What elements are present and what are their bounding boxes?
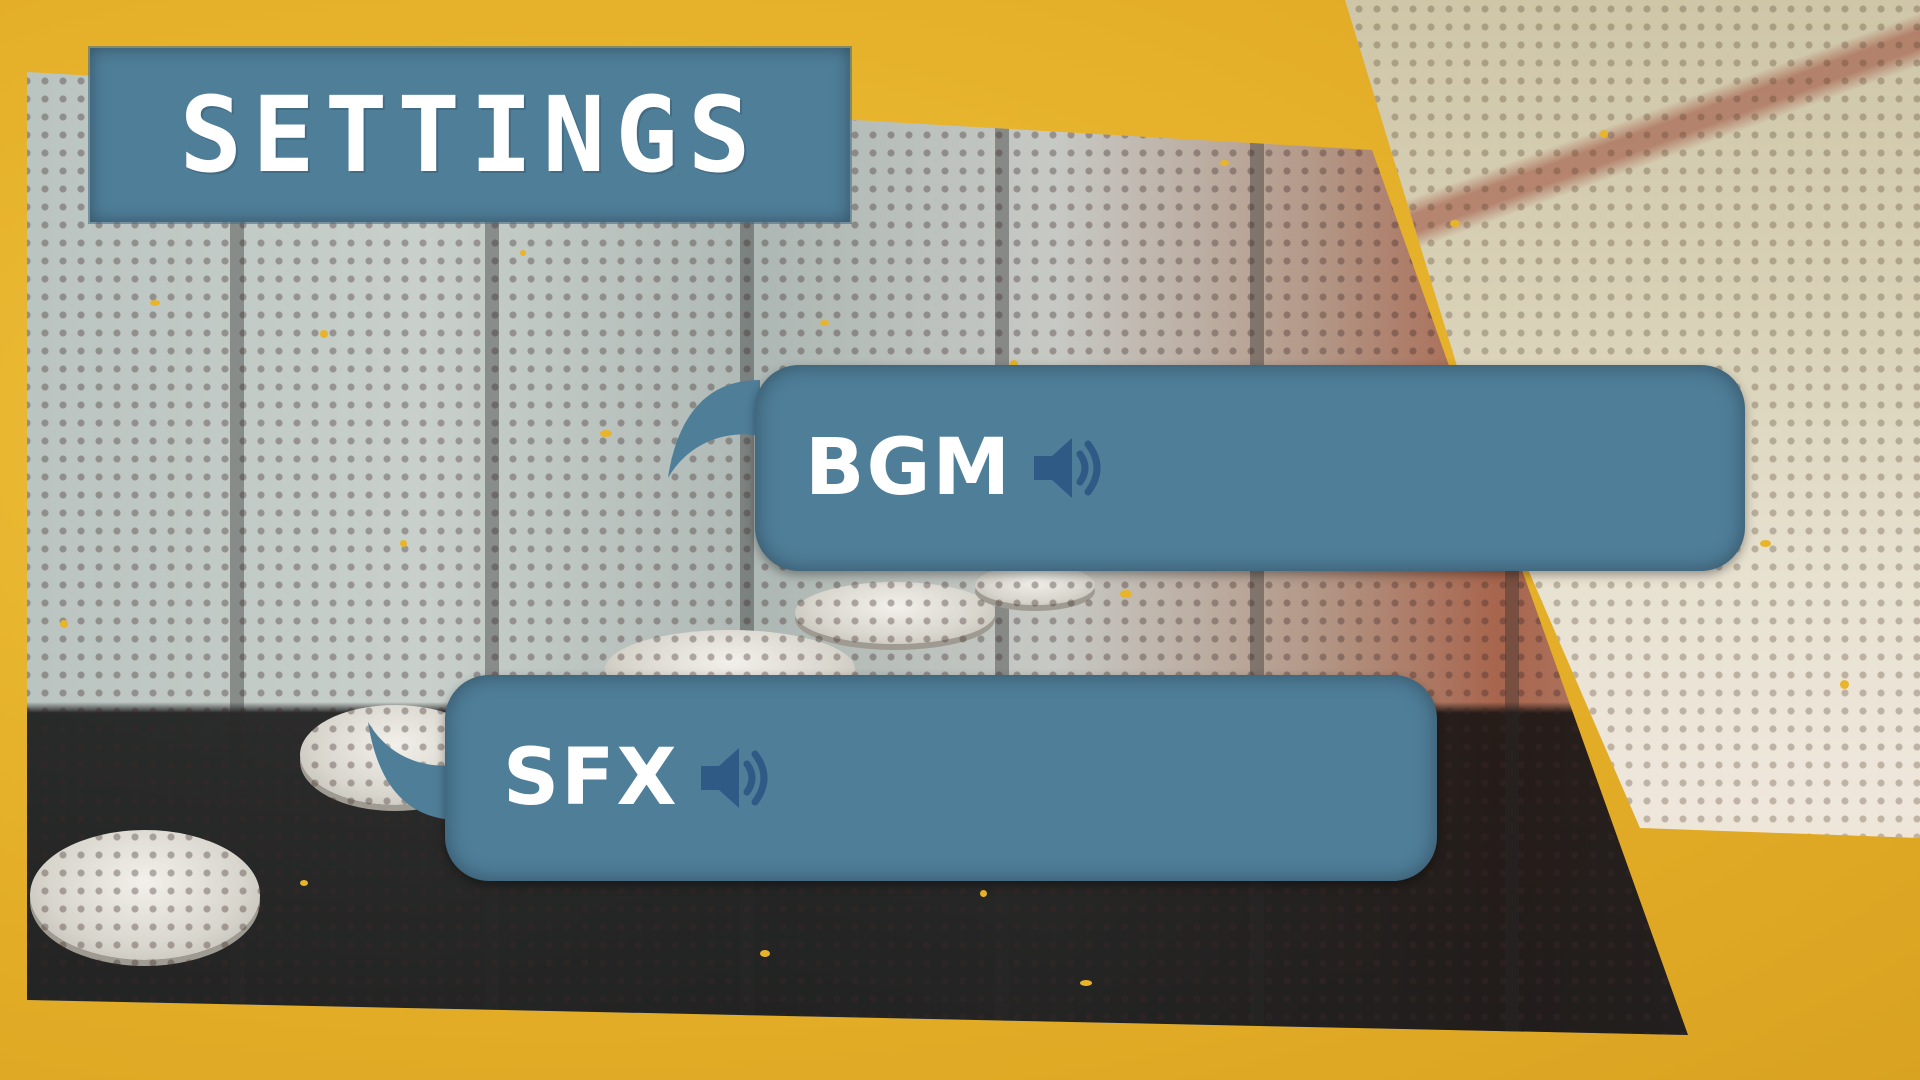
- sink-shape: [30, 830, 260, 960]
- settings-screen: SETTINGS BGM SFX: [0, 0, 1920, 1080]
- sink-shape: [975, 565, 1095, 605]
- sfx-option-button[interactable]: SFX: [445, 675, 1437, 881]
- bgm-speaker-volume-icon[interactable]: [1028, 428, 1108, 508]
- settings-title-box: SETTINGS: [90, 48, 850, 222]
- bgm-option-button[interactable]: BGM: [755, 365, 1745, 571]
- page-title: SETTINGS: [179, 74, 761, 196]
- sink-shape: [795, 582, 995, 644]
- bgm-label: BGM: [805, 423, 1013, 513]
- sfx-label: SFX: [503, 733, 679, 823]
- bgm-bubble-tail: [668, 380, 760, 478]
- sfx-speaker-volume-icon[interactable]: [695, 738, 775, 818]
